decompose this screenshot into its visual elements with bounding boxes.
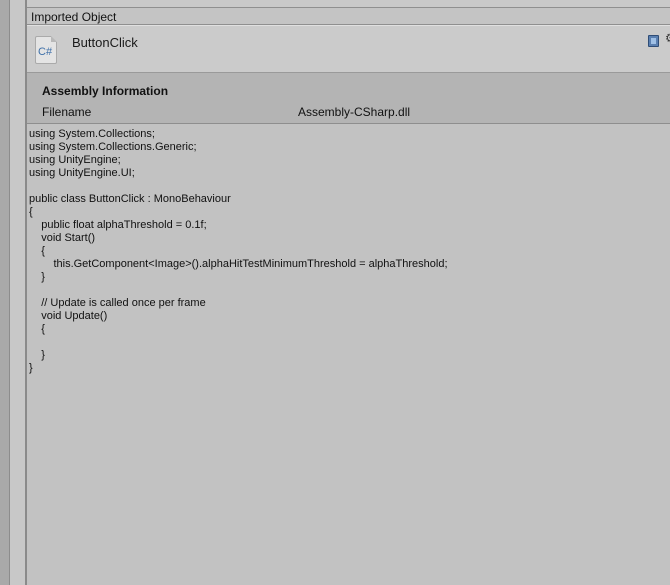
imported-object-header-bar: Imported Object	[27, 7, 670, 25]
assembly-information-title: Assembly Information	[42, 84, 169, 98]
unity-editor-window: Imported Object C# ButtonClick ⚙ Assembl…	[0, 0, 670, 585]
filename-label: Filename	[42, 105, 92, 119]
left-scroll-gutter	[0, 0, 9, 585]
script-source-preview: using System.Collections; using System.C…	[29, 128, 448, 374]
csharp-icon-label: C#	[38, 46, 53, 58]
reference-book-icon[interactable]	[648, 35, 659, 47]
csharp-script-icon: C#	[35, 36, 57, 64]
left-spacer	[10, 0, 25, 585]
assembly-information-section: Assembly Information Filename Assembly-C…	[27, 73, 670, 124]
filename-value: Assembly-CSharp.dll	[298, 105, 411, 119]
file-fold-corner	[51, 36, 57, 42]
gear-icon[interactable]: ⚙	[665, 32, 670, 44]
inspector-panel: Imported Object C# ButtonClick ⚙ Assembl…	[27, 0, 670, 585]
imported-object-title: Imported Object	[31, 10, 117, 24]
asset-name: ButtonClick	[72, 35, 138, 50]
top-band	[27, 0, 670, 7]
asset-header: C# ButtonClick ⚙	[27, 25, 670, 73]
